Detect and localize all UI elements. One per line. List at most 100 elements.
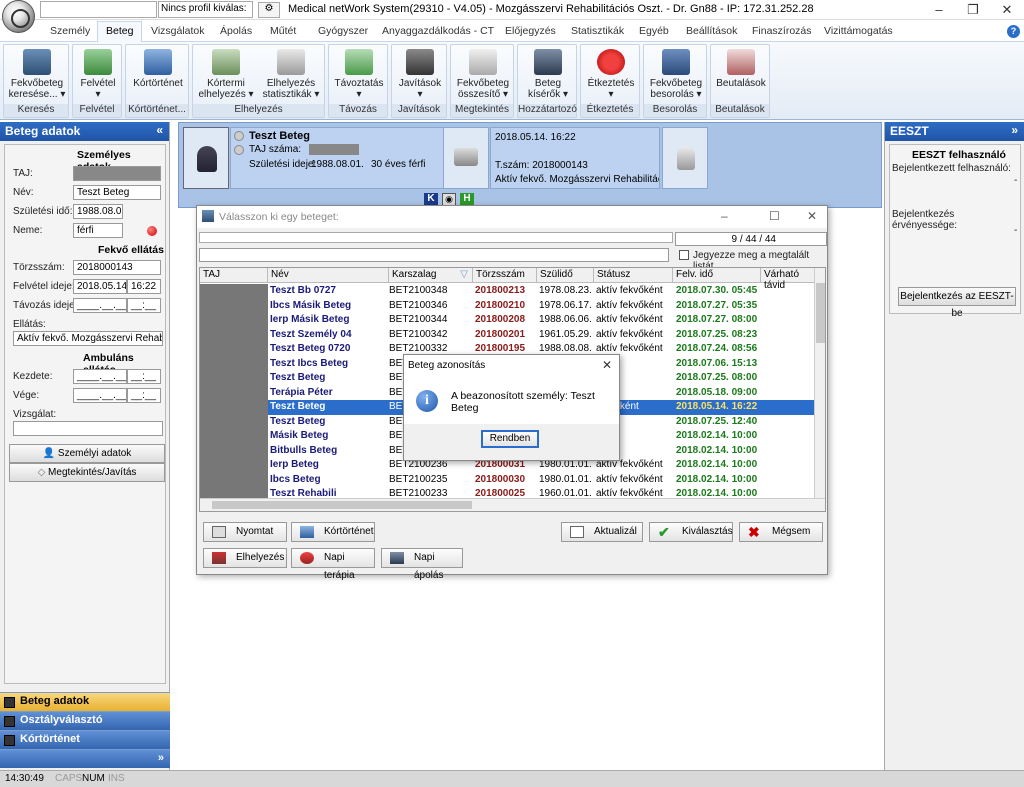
horizontal-scroll-thumb[interactable] [212,501,472,509]
cell-status: aktív fekvőként [596,473,663,485]
msgbox-close-button[interactable]: ✕ [602,358,612,372]
menu-finaszirozas[interactable]: Finaszírozás [752,25,812,37]
taj-column-redacted [200,284,268,499]
admit-date-field[interactable]: 2018.05.14. [73,279,127,294]
nav-more-button[interactable]: » [0,749,170,768]
app-logo-icon[interactable] [2,0,35,33]
table-row[interactable]: Teszt Személy 04 BET2100342 201800201 1961.… [268,328,814,343]
birth-field[interactable]: 1988.08.01. [73,204,123,219]
remember-list-checkbox[interactable] [679,250,689,260]
javitasok-button[interactable]: Javítások ▾ [394,49,446,100]
grid-horizontal-scrollbar[interactable] [200,498,825,511]
menu-gyogyszer[interactable]: Gyógyszer [318,25,368,37]
exam-field[interactable] [13,421,163,436]
help-icon[interactable]: ? [1007,25,1020,38]
end-date-field[interactable]: ____.__.__. [73,388,127,403]
cancel-button[interactable]: ✖ Mégsem [739,522,823,542]
admit-time-field[interactable]: 16:22 [127,279,161,294]
col-felv-ido[interactable]: Felv. idő [673,268,761,283]
grid-vertical-scrollbar[interactable] [814,268,825,498]
col-statusz[interactable]: Státusz [594,268,673,283]
menu-anyaggazdalkodas[interactable]: Anyaggazdálkodás - CT [382,25,494,37]
table-row[interactable]: Ierp Másik Beteg BET2100344 201800208 1988.… [268,313,814,328]
end-time-field[interactable]: __:__ [127,388,161,403]
menu-egyeb[interactable]: Egyéb [639,25,669,37]
view-edit-button[interactable]: ◇ Megtekintés/Javítás [9,463,165,482]
elhelyezes-statisztikak-button[interactable]: Elhelyezés statisztikák ▾ [259,49,323,100]
nav-osztalyvalaszto[interactable]: Osztályválasztó [0,711,170,730]
nav-kortortenet-label: Kórtörténet [20,733,80,745]
care-field[interactable]: Aktív fekvő. Mozgásszervi Rehabilitáci [13,331,163,346]
history-button[interactable]: Kórtörténet [291,522,375,542]
select-button[interactable]: ✔ Kiválasztás [649,522,733,542]
fekvobeteg-besorolas-button[interactable]: Fekvőbeteg besorolás ▾ [646,49,706,100]
print-button[interactable]: Nyomtat [203,522,287,542]
menu-vizsgalatok[interactable]: Vizsgálatok [151,25,205,37]
leave-date-field[interactable]: ____.__.__. [73,298,127,313]
beteg-kiserok-button[interactable]: Beteg kísérők ▾ [520,49,576,100]
msgbox-ok-button[interactable]: Rendben [481,430,539,448]
leave-time-field[interactable]: __:__ [127,298,161,313]
kortortenet-button[interactable]: Kórtörténet [128,49,188,89]
col-torzsszam[interactable]: Törzsszám [473,268,537,283]
fekvobeteg-osszesito-button[interactable]: Fekvőbeteg összesítő ▾ [453,49,513,100]
menu-apolas[interactable]: Ápolás [220,25,252,37]
therapy-button[interactable]: Napi terápia [291,548,375,581]
end-label: Vége: [13,390,40,401]
menu-elojegyzes[interactable]: Előjegyzés [505,25,556,37]
nav-beteg-adatok[interactable]: Beteg adatok [0,692,170,711]
care-label: Napi ápolás [414,552,444,581]
menu-vizittamogatas[interactable]: Vizittámogatás [824,25,893,37]
felvetel-button[interactable]: Felvétel ▾ [75,49,121,100]
beutalasok-button[interactable]: Beutalások [713,49,769,89]
profile-settings-icon[interactable]: ⚙ [258,2,280,18]
close-button[interactable]: ✕ [990,0,1024,20]
name-field[interactable]: Teszt Beteg [73,185,161,200]
dialog-maximize-button[interactable]: ☐ [769,209,780,223]
menu-beteg[interactable]: Beteg [97,21,143,43]
col-szulido[interactable]: Szülidő [537,268,594,283]
vertical-scroll-thumb[interactable] [816,283,825,343]
fekvobeteg-keresese-button[interactable]: Fekvőbeteg keresése... ▾ [7,49,67,100]
eeszt-login-button[interactable]: Bejelentkezés az EESZT-be [898,287,1016,319]
nav-kortortenet[interactable]: Kórtörténet [0,730,170,749]
felvetel-label: Felvétel ▾ [80,78,116,100]
admission-icon [84,49,112,75]
dialog-close-button[interactable]: ✕ [807,209,817,223]
taj-field[interactable] [73,166,161,181]
table-row[interactable]: Teszt Bb 0727 BET2100348 201800213 1978.08.… [268,284,814,299]
profile-combo[interactable]: Nincs profil kiválas: [158,1,253,18]
personal-data-button[interactable]: 👤 Személyi adatok [9,444,165,463]
dialog-minimize-button[interactable]: – [721,209,728,223]
refresh-button[interactable]: Aktualizál [561,522,643,542]
menu-beallitasok[interactable]: Beállítások [686,25,737,37]
search-combo[interactable] [40,1,157,18]
cross-icon: ✖ [748,524,760,540]
collapse-right-icon[interactable]: » [1011,123,1018,137]
col-nev[interactable]: Név [268,268,389,283]
minimize-button[interactable]: – [922,0,956,20]
table-row[interactable]: Ibcs Beteg BET2100235 201800030 1980.01.01.… [268,473,814,488]
gender-field[interactable]: férfi [73,223,123,238]
tavoztatas-button[interactable]: Távoztatás ▾ [331,49,387,100]
col-karszalag[interactable]: Karszalag ▽ [389,268,473,283]
etkeztetes-button[interactable]: Étkeztetés ▾ [583,49,639,100]
status-num: NUM [82,773,105,784]
placement-button[interactable]: Elhelyezés [203,548,287,568]
restore-button[interactable]: ❐ [956,0,990,20]
menu-szemely[interactable]: Személy [50,25,90,37]
care-button[interactable]: Napi ápolás [381,548,463,581]
kortermi-elhelyezes-button[interactable]: Kórtermi elhelyezés ▾ [195,49,257,100]
cell-name: Terápia Péter [270,386,333,398]
start-date-field[interactable]: ____.__.__. [73,369,127,384]
torzs-field[interactable]: 2018000143 [73,260,161,275]
col-taj[interactable]: TAJ [200,268,268,283]
col-varhato-tavid[interactable]: Várható távid [761,268,815,291]
dialog-search-input[interactable] [199,248,669,262]
filter-icon[interactable]: ▽ [460,269,468,280]
menu-mutet[interactable]: Műtét [270,25,296,37]
collapse-left-icon[interactable]: « [156,123,163,137]
table-row[interactable]: Ibcs Másik Beteg BET2100346 201800210 1978.… [268,299,814,314]
start-time-field[interactable]: __:__ [127,369,161,384]
menu-statisztikak[interactable]: Statisztikák [571,25,624,37]
